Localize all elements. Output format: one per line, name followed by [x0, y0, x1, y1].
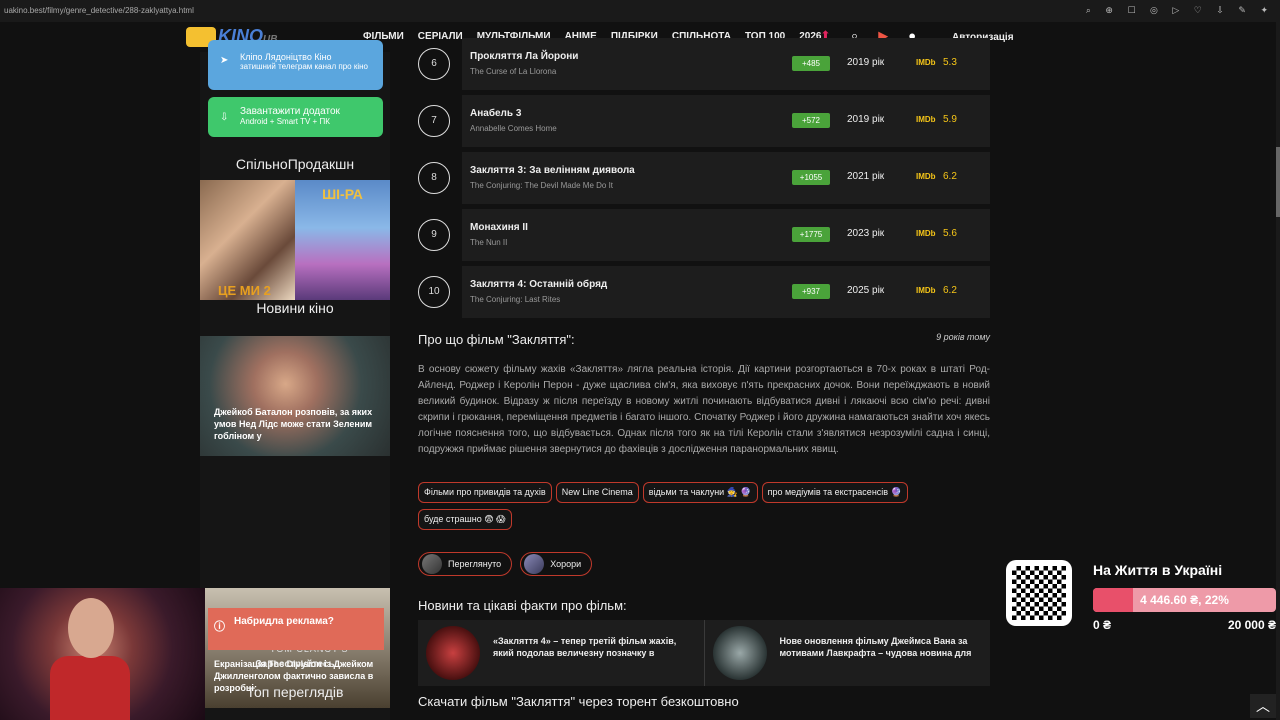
film-original-title: The Conjuring: The Devil Made Me Do It: [470, 181, 614, 190]
imdb-icon: IMDb: [916, 58, 936, 67]
franchise-row[interactable]: 7 Анабель 3 Annabelle Comes Home +572 20…: [418, 95, 990, 147]
fact-item[interactable]: «Закляття 4» – тепер третій фільм жахів,…: [418, 620, 704, 686]
rank-badge: 8: [418, 162, 450, 194]
top-views-title: Топ переглядів: [246, 684, 344, 700]
browser-toolbar-icons[interactable]: ⌕ ⊕ ☐ ◎ ▷ ♡ ⇩ ✎ ✦: [1086, 5, 1274, 16]
facts-heading: Новини та цікаві факти про фільм:: [418, 598, 627, 613]
chevron-up-icon: ︿: [1256, 698, 1270, 714]
about-heading: Про що фільм "Закляття":: [418, 332, 575, 347]
donation-progress: 4 446.60 ₴, 22%: [1093, 588, 1276, 612]
imdb-rating: 6.2: [943, 285, 957, 296]
donation-goal: 20 000 ₴: [1227, 618, 1276, 632]
donation-title: На Життя в Україні: [1093, 562, 1223, 578]
film-title[interactable]: Прокляття Ла Йорони: [470, 51, 578, 62]
tag[interactable]: буде страшно 😨 😱: [418, 509, 512, 530]
horror-list-button[interactable]: Хорори: [520, 552, 593, 576]
watched-button[interactable]: Переглянуто: [418, 552, 513, 576]
franchise-row[interactable]: 10 Закляття 4: Останній обряд The Conjur…: [418, 266, 990, 318]
fact-thumbnail: [712, 626, 767, 680]
rank-badge: 9: [418, 219, 450, 251]
avatar: [422, 554, 442, 574]
avatar: [524, 554, 545, 574]
scroll-top-button[interactable]: ︿: [1250, 694, 1276, 718]
telegram-subtitle: затишний телеграм канал про кіно: [240, 62, 368, 71]
votes-badge: +1055: [792, 170, 830, 185]
tag[interactable]: New Line Cinema: [555, 482, 639, 503]
scrollbar-thumb[interactable]: [1276, 147, 1280, 217]
tag-list: Фільми про привидів та духів New Line Ci…: [418, 482, 990, 530]
film-title[interactable]: Закляття 3: За велінням диявола: [470, 165, 635, 176]
film-year: 2019 рік: [847, 114, 885, 125]
film-original-title: The Curse of La Llorona: [470, 67, 557, 76]
film-title[interactable]: Монахиня II: [470, 222, 528, 233]
film-original-title: The Nun II: [470, 238, 508, 247]
info-icon: ⓘ: [214, 621, 225, 633]
coproduction-title: СпільноПродакшн: [235, 156, 355, 172]
imdb-rating: 5.9: [943, 114, 957, 125]
imdb-icon: IMDb: [916, 286, 936, 295]
sidebar: ➤ Кліпо Лядоніцтво Кіно затишний телегра…: [200, 40, 390, 720]
app-subtitle: Android + Smart TV + ПК: [240, 117, 330, 126]
imdb-rating: 5.3: [943, 57, 957, 68]
imdb-icon: IMDb: [916, 229, 936, 238]
donation-value: 4 446.60 ₴, 22%: [1140, 593, 1229, 607]
download-heading: Скачати фільм "Закляття" через торент бе…: [418, 694, 739, 709]
ad-banner-button[interactable]: ⓘ Набридла реклама?: [208, 608, 384, 650]
promo-image-right[interactable]: ШІ-РА: [295, 180, 390, 300]
votes-badge: +572: [792, 113, 830, 128]
votes-badge: +937: [792, 284, 830, 299]
donation-widget[interactable]: На Життя в Україні 4 446.60 ₴, 22% 0 ₴ 2…: [1000, 552, 1280, 640]
promo-image-left[interactable]: ЦЕ МИ 2: [200, 180, 295, 300]
fact-thumbnail: [426, 626, 480, 680]
film-original-title: The Conjuring: Last Rites: [470, 295, 561, 304]
user-lists: Переглянуто Хорори: [418, 552, 593, 576]
news-card[interactable]: Джейкоб Баталон розповів, за яких умов Н…: [200, 336, 390, 456]
tag[interactable]: про медіумів та екстрасенсів 🔮: [761, 482, 908, 503]
published-ago: 9 років тому: [936, 332, 990, 342]
franchise-row[interactable]: 9 Монахиня II The Nun II +1775 2023 рік …: [418, 209, 990, 261]
film-original-title: Annabelle Comes Home: [470, 124, 557, 133]
qr-code: [1006, 560, 1072, 626]
film-year: 2025 рік: [847, 285, 885, 296]
rank-badge: 10: [418, 276, 450, 308]
browser-address-bar[interactable]: uakino.best/filmy/genre_detective/288-za…: [0, 0, 1280, 22]
ad-label: Набридла реклама?: [234, 616, 334, 627]
tag[interactable]: Фільми про привидів та духів: [418, 482, 552, 503]
telegram-title: Кліпо Лядоніцтво Кіно: [240, 52, 332, 62]
film-title[interactable]: Закляття 4: Останній обряд: [470, 279, 607, 290]
donation-min: 0 ₴: [1093, 618, 1112, 632]
votes-badge: +485: [792, 56, 830, 71]
imdb-rating: 5.6: [943, 228, 957, 239]
imdb-icon: IMDb: [916, 172, 936, 181]
download-icon: ⇩: [220, 112, 229, 123]
imdb-rating: 6.2: [943, 171, 957, 182]
telegram-icon: ➤: [220, 55, 229, 66]
register-link[interactable]: Зареєструйтесь: [200, 659, 390, 670]
film-description: В основу сюжету фільму жахів «Закляття» …: [418, 364, 990, 455]
film-year: 2021 рік: [847, 171, 885, 182]
tag[interactable]: відьми та чаклуни 🧙 🔮: [642, 482, 758, 503]
votes-badge: +1775: [792, 227, 830, 242]
news-caption: Джейкоб Баталон розповів, за яких умов Н…: [214, 406, 373, 441]
rank-badge: 6: [418, 48, 450, 80]
coproduction-promo[interactable]: ЦЕ МИ 2 ШІ-РА: [200, 180, 390, 300]
facts-list: «Закляття 4» – тепер третій фільм жахів,…: [418, 620, 990, 686]
film-year: 2019 рік: [847, 57, 885, 68]
imdb-icon: IMDb: [916, 115, 936, 124]
franchise-row[interactable]: 8 Закляття 3: За велінням диявола The Co…: [418, 152, 990, 204]
news-title: Новини кіно: [256, 300, 334, 316]
url-text[interactable]: uakino.best/filmy/genre_detective/288-za…: [4, 6, 194, 15]
franchise-row[interactable]: 6 Прокляття Ла Йорони The Curse of La Ll…: [418, 38, 990, 90]
webcam-overlay: [0, 588, 205, 720]
film-year: 2023 рік: [847, 228, 885, 239]
telegram-button[interactable]: ➤ Кліпо Лядоніцтво Кіно затишний телегра…: [208, 40, 383, 90]
download-app-button[interactable]: ⇩ Завантажити додаток Android + Smart TV…: [208, 97, 383, 137]
app-title: Завантажити додаток: [240, 106, 340, 117]
fact-item[interactable]: Нове оновлення фільму Джеймса Вана за мо…: [703, 620, 991, 686]
rank-badge: 7: [418, 105, 450, 137]
film-title[interactable]: Анабель 3: [470, 108, 521, 119]
